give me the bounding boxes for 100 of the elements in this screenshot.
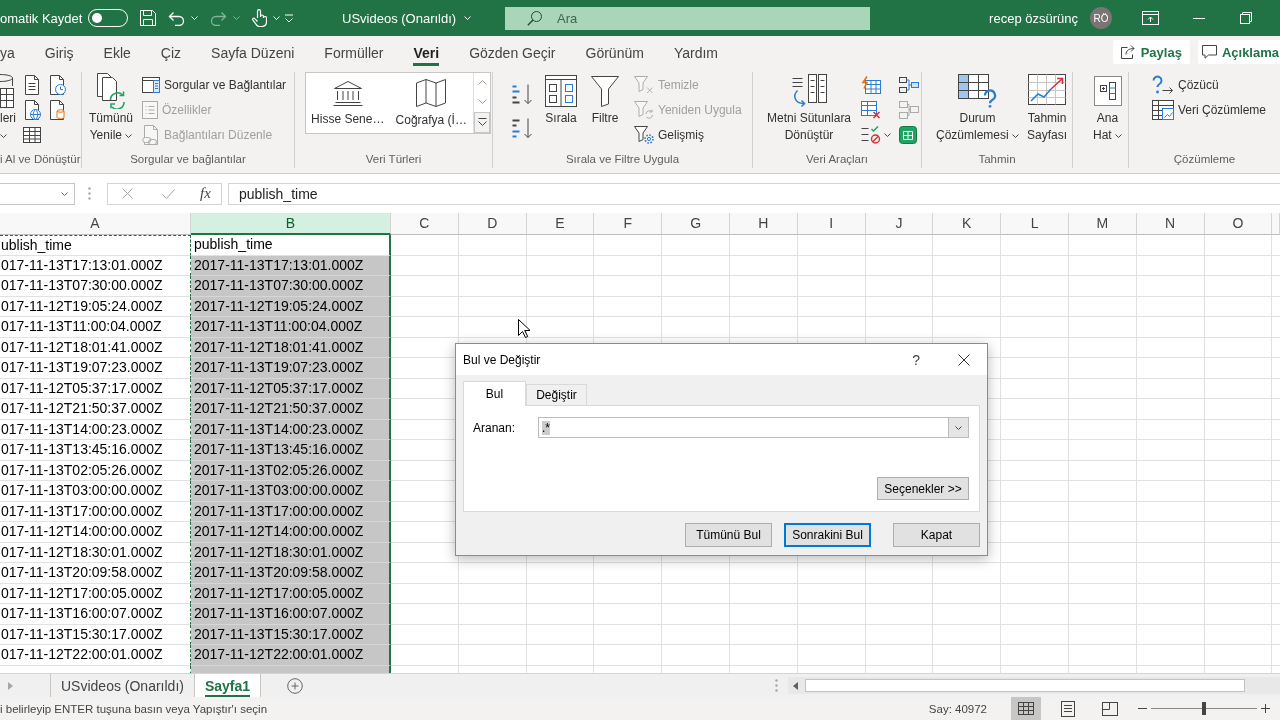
- grid-cross-icon[interactable]: [861, 100, 882, 119]
- document-clock-icon[interactable]: [48, 74, 66, 95]
- filter-icon: [591, 75, 619, 107]
- user-avatar[interactable]: RÖ: [1090, 7, 1112, 29]
- document-globe-icon[interactable]: [23, 99, 41, 120]
- grid-tile-icon[interactable]: [899, 125, 918, 144]
- horizontal-scrollbar[interactable]: [788, 677, 1280, 694]
- ribbon-tab[interactable]: Gözden Geçir: [454, 36, 571, 68]
- chevron-up-icon[interactable]: [477, 80, 487, 86]
- search-field[interactable]: Ara: [505, 6, 870, 30]
- column-header[interactable]: A: [0, 213, 191, 235]
- touch-hand-icon[interactable]: [252, 9, 268, 27]
- zoom-in-icon[interactable]: [1261, 704, 1270, 713]
- dialog-button[interactable]: Kapat: [893, 523, 980, 547]
- sort-descending-icon[interactable]: [511, 117, 533, 140]
- ribbon-tab[interactable]: Ekle: [88, 36, 146, 68]
- ribbon-tab[interactable]: Formüller: [309, 36, 399, 68]
- ribbon-button[interactable]: Sırala: [543, 72, 579, 127]
- more-icon[interactable]: [477, 118, 487, 127]
- column-header[interactable]: H: [730, 213, 798, 235]
- ribbon-button[interactable]: Veri Çözümleme: [1149, 97, 1270, 122]
- column-header[interactable]: B: [191, 213, 391, 235]
- dialog-button[interactable]: Tümünü Bul: [685, 523, 772, 547]
- restore-icon[interactable]: [1240, 12, 1252, 24]
- column-header[interactable]: I: [797, 213, 866, 235]
- ribbon-tab[interactable]: Yardım: [658, 36, 733, 68]
- scroll-left-icon[interactable]: [793, 681, 798, 690]
- zoom-out-icon[interactable]: [1138, 707, 1147, 710]
- status-message: i belirleyip ENTER tuşuna basın veya Yapıştır'ı seçin: [0, 702, 268, 715]
- ribbon-tab[interactable]: Çiz: [145, 36, 197, 68]
- boxes-arrow-icon[interactable]: [899, 76, 920, 93]
- slider-thumb[interactable]: [1202, 702, 1206, 715]
- column-header[interactable]: M: [1068, 213, 1137, 235]
- save-icon[interactable]: [140, 10, 157, 26]
- caret-icon[interactable]: [884, 132, 892, 137]
- sheet-tab[interactable]: Sayfa1: [194, 674, 262, 697]
- find-field[interactable]: .*: [538, 417, 969, 438]
- ribbon-button[interactable]: leri: [0, 72, 16, 144]
- column-header[interactable]: O: [1204, 213, 1273, 235]
- ribbon-button[interactable]: Sorgular ve Bağlantılar: [139, 72, 290, 97]
- column-header[interactable]: D: [458, 213, 527, 235]
- table-cell: 2017-11-13T15:30:17.000Z: [191, 624, 391, 645]
- chevron-down-icon[interactable]: [477, 99, 487, 105]
- ribbon-button[interactable]: Durum Çözümlemesi: [934, 72, 1022, 144]
- gallery-item[interactable]: Coğrafya (İ…: [389, 73, 473, 133]
- dialog-button[interactable]: Sonrakini Bul: [784, 523, 871, 547]
- share-button[interactable]: Paylaş: [1112, 40, 1190, 64]
- close-icon[interactable]: [958, 353, 970, 366]
- gallery-item[interactable]: Hisse Sene…: [306, 73, 390, 133]
- filter-reapply-icon: [634, 100, 654, 119]
- ribbon-button[interactable]: Gelişmiş: [631, 122, 745, 147]
- column-header[interactable]: E: [526, 213, 595, 235]
- scrollbar-thumb[interactable]: [805, 679, 1245, 692]
- ribbon-tab[interactable]: Sayfa Düzeni: [196, 36, 310, 68]
- table-cell: 2017-11-13T07:30:00.000Z: [191, 276, 391, 297]
- table-cell: 2017-11-13T17:00:00.000Z: [191, 501, 391, 522]
- minimize-icon[interactable]: [1193, 16, 1205, 20]
- column-header[interactable]: F: [594, 213, 663, 235]
- view-button[interactable]: [1011, 697, 1041, 720]
- options-button[interactable]: Seçenekler >>: [877, 477, 969, 500]
- column-header[interactable]: J: [865, 213, 934, 235]
- table-cell: 2017-11-13T02:05:26.000Z: [191, 460, 391, 481]
- check-list-icon[interactable]: [861, 125, 882, 144]
- ribbon-button[interactable]: Çözücü: [1149, 72, 1270, 97]
- ribbon-tab[interactable]: Veri: [398, 36, 455, 68]
- caret-icon[interactable]: [61, 191, 68, 196]
- add-sheet-icon[interactable]: [287, 677, 304, 694]
- column-header[interactable]: N: [1136, 213, 1205, 235]
- function-button[interactable]: fx: [200, 185, 211, 202]
- dialog-tab[interactable]: Değiştir: [526, 384, 587, 405]
- comments-button[interactable]: Açıklama: [1197, 40, 1280, 64]
- formula-field[interactable]: publish_time: [228, 182, 1280, 205]
- ribbon-tab[interactable]: ya: [0, 36, 30, 68]
- table-icon[interactable]: [23, 126, 41, 143]
- document-lines-icon[interactable]: [23, 74, 41, 95]
- ribbon-tab[interactable]: Görünüm: [570, 36, 659, 68]
- column-header[interactable]: L: [1001, 213, 1069, 235]
- ribbon-button[interactable]: Filtre: [589, 72, 621, 127]
- column-header[interactable]: G: [662, 213, 730, 235]
- column-header[interactable]: C: [391, 213, 459, 235]
- lightning-grid-icon[interactable]: [861, 75, 882, 94]
- ribbon-button[interactable]: Metni Sütunlara Dönüştür: [765, 72, 854, 144]
- file-title[interactable]: USvideos (Onarıldı): [342, 10, 457, 26]
- undo-icon[interactable]: [168, 10, 186, 26]
- column-header[interactable]: K: [933, 213, 1002, 235]
- ribbon-display-icon[interactable]: [1142, 11, 1159, 25]
- document-database-icon[interactable]: [48, 99, 66, 120]
- help-button[interactable]: ?: [908, 351, 924, 368]
- caret-icon[interactable]: [955, 425, 962, 430]
- check-icon[interactable]: [162, 188, 175, 199]
- ribbon-tab[interactable]: Giriş: [29, 36, 89, 68]
- ribbon-button[interactable]: Tahmin Sayfası: [1025, 72, 1070, 144]
- group-label: Veri Araçları: [805, 152, 869, 167]
- ribbon-button[interactable]: Tümünü Yenile: [87, 72, 136, 144]
- table-cell: 017-11-12T14:00:00.000Z: [0, 522, 191, 543]
- group-label: Veri Türleri: [364, 152, 423, 167]
- sort-ascending-icon[interactable]: [511, 82, 533, 105]
- dropdown-icon[interactable]: [284, 13, 295, 23]
- ribbon-button[interactable]: Ana Hat: [1091, 72, 1124, 144]
- dialog-tab[interactable]: Bul: [463, 381, 526, 406]
